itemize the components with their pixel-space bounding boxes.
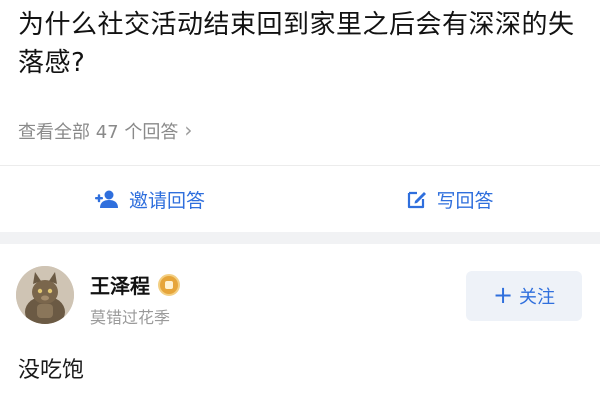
author-name-row: 王泽程 bbox=[90, 270, 180, 299]
follow-label: 关注 bbox=[519, 287, 556, 308]
view-all-label: 查看全部 47 个回答 bbox=[18, 122, 179, 143]
plus-icon: + bbox=[492, 281, 514, 309]
write-answer-label: 写回答 bbox=[436, 189, 494, 212]
badge-icon bbox=[158, 273, 180, 296]
invite-answer-label: 邀请回答 bbox=[128, 189, 205, 212]
author-bio: 莫错过花季 bbox=[90, 308, 171, 327]
question-title[interactable]: 为什么社交活动结束回到家里之后会有深深的失落感? bbox=[18, 6, 588, 82]
edit-icon bbox=[406, 188, 428, 210]
invite-answer-button[interactable]: 邀请回答 bbox=[0, 166, 300, 232]
answer-content[interactable]: 没吃饱 bbox=[18, 352, 84, 384]
follow-button[interactable]: + 关注 bbox=[466, 271, 582, 321]
answer-author-row: 王泽程 莫错过花季 + 关注 bbox=[0, 244, 600, 344]
view-all-answers-link[interactable]: 查看全部 47 个回答 › bbox=[18, 118, 192, 144]
add-user-icon bbox=[94, 189, 121, 209]
question-actions: 邀请回答 写回答 bbox=[0, 166, 600, 232]
write-answer-button[interactable]: 写回答 bbox=[300, 166, 600, 232]
author-name[interactable]: 王泽程 bbox=[90, 270, 150, 299]
chevron-right-icon: › bbox=[184, 118, 193, 142]
section-separator bbox=[0, 232, 600, 244]
avatar[interactable] bbox=[16, 266, 74, 324]
